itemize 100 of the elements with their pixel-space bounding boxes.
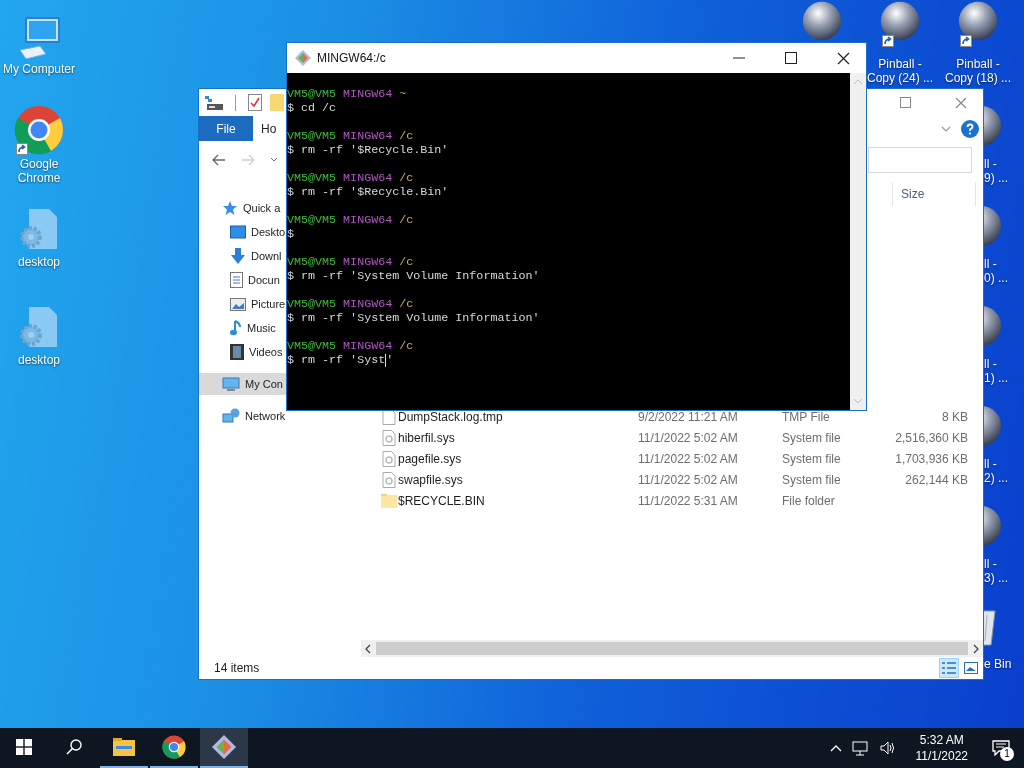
chevron-down-icon[interactable] xyxy=(270,157,278,162)
icon-label: Google xyxy=(19,157,59,171)
picture-icon xyxy=(230,297,246,311)
git-icon xyxy=(295,50,311,66)
type-cell-text: TMP File xyxy=(782,409,831,424)
nav-item[interactable]: Videos xyxy=(199,341,286,363)
pinball-icon[interactable] xyxy=(983,405,1002,447)
prompt-shell: MINGW64 xyxy=(343,297,393,311)
size-cell-text: 1,703,936 KB xyxy=(894,451,968,466)
scroll-right-icon[interactable] xyxy=(972,643,980,654)
icon-label: desktop xyxy=(18,353,60,367)
details-view-icon xyxy=(942,662,956,674)
item-count: 14 items xyxy=(214,661,260,675)
properties-icon[interactable] xyxy=(205,95,223,110)
file-name[interactable]: swapfile.sys xyxy=(398,472,638,487)
chevron-down-icon[interactable] xyxy=(941,125,951,132)
icon-label: 3) ... xyxy=(984,571,1009,585)
pinball-icon[interactable] xyxy=(983,505,1002,547)
prompt-shell: MINGW64 xyxy=(343,171,393,185)
prompt-shell: MINGW64 xyxy=(343,129,393,143)
nav-item[interactable]: My Con xyxy=(199,373,286,395)
system-file-icon xyxy=(381,429,397,446)
back-arrow-icon[interactable] xyxy=(212,153,226,166)
nav-item[interactable]: Downl xyxy=(199,245,286,267)
help-icon[interactable] xyxy=(961,119,979,138)
file-name[interactable]: pagefile.sys xyxy=(398,451,638,466)
icon-label: Chrome xyxy=(17,171,61,185)
command-text: ' xyxy=(386,353,394,367)
ribbon-tab[interactable]: File xyxy=(199,116,253,141)
network-icon[interactable] xyxy=(851,740,870,756)
chrome-icon xyxy=(162,735,186,759)
prompt-path: /c xyxy=(399,129,414,143)
pinball-icon[interactable] xyxy=(983,205,1002,247)
scroll-left-icon[interactable] xyxy=(364,643,372,654)
nav-item[interactable]: Docun xyxy=(199,269,286,291)
icon-label: e Bin xyxy=(984,657,1012,671)
nav-item[interactable]: Network xyxy=(199,405,286,427)
computer-icon[interactable] xyxy=(16,16,62,60)
icon-label: Copy (24) ... xyxy=(867,71,933,85)
file-name[interactable]: DumpStack.log.tmp xyxy=(398,409,638,424)
search-icon xyxy=(66,739,82,755)
type-cell-text: System file xyxy=(782,472,842,487)
search-field[interactable] xyxy=(868,146,972,173)
desktop-icon xyxy=(230,225,246,239)
icon-label: Pinball - xyxy=(878,57,922,71)
nav-item[interactable]: Deskto xyxy=(199,221,286,243)
taskbar-button[interactable] xyxy=(200,728,248,768)
date-cell-text: 9/2/2022 11:21 AM xyxy=(638,409,739,424)
chrome-icon[interactable] xyxy=(14,105,64,155)
command-text: $ rm -rf '$Recycle.Bin' xyxy=(287,143,449,157)
windows-logo-icon xyxy=(16,739,32,755)
maximize-icon[interactable] xyxy=(785,52,797,64)
file-name[interactable]: hiberfil.sys xyxy=(398,430,638,445)
pinball-icon[interactable] xyxy=(983,305,1002,347)
view-button[interactable] xyxy=(939,658,959,678)
command-text: $ rm -rf 'System Volume Information' xyxy=(287,269,540,283)
speaker-icon[interactable] xyxy=(879,741,896,755)
close-icon[interactable] xyxy=(837,51,850,65)
pinball-icon[interactable] xyxy=(880,1,920,41)
notifications-button[interactable]: 1 xyxy=(978,728,1024,768)
computer-icon xyxy=(222,376,240,392)
type-cell-text: System file xyxy=(782,430,842,445)
command-text: $ cd /c xyxy=(287,101,337,115)
folder-icon xyxy=(381,493,397,508)
download-arrow-icon xyxy=(230,248,246,264)
date-cell-text: 11/1/2022 5:02 AM xyxy=(638,430,739,445)
clock-date: 11/1/2022 xyxy=(915,748,968,764)
star-icon xyxy=(222,200,238,216)
pinball-icon[interactable] xyxy=(802,1,842,41)
nav-item[interactable]: Music xyxy=(199,317,286,339)
icon-label: ll - xyxy=(984,257,998,271)
chat-bubble-icon xyxy=(992,740,1010,756)
clock[interactable]: 5:32 AM 11/1/2022 xyxy=(905,728,978,768)
command-text: $ rm -rf 'Syst xyxy=(287,353,386,367)
nav-item[interactable]: Quick a xyxy=(199,197,286,219)
prompt-path: /c xyxy=(399,339,414,353)
icon-label: My Computer xyxy=(3,62,75,76)
film-icon xyxy=(230,344,244,360)
prompt-user: VM5@VM5 xyxy=(287,213,337,227)
pinball-icon[interactable] xyxy=(958,1,998,41)
prompt-user: VM5@VM5 xyxy=(287,255,337,269)
horizontal-scrollbar[interactable] xyxy=(361,640,983,657)
prompt-user: VM5@VM5 xyxy=(287,297,337,311)
prompt-user: VM5@VM5 xyxy=(287,87,337,101)
type-cell-text: File folder xyxy=(782,493,836,508)
notification-badge: 1 xyxy=(1000,747,1014,761)
prompt-path: /c xyxy=(399,171,414,185)
file-name[interactable]: $RECYCLE.BIN xyxy=(398,493,638,508)
column-header[interactable]: Size xyxy=(892,182,976,206)
nav-item[interactable]: Picture xyxy=(199,293,286,315)
prompt-user: VM5@VM5 xyxy=(287,171,337,185)
document-icon xyxy=(230,272,243,288)
icon-label: 2) ... xyxy=(984,471,1009,485)
icon-label: 9) ... xyxy=(984,171,1009,185)
pinball-icon[interactable] xyxy=(983,105,1002,147)
command-text: $ xyxy=(287,227,294,241)
music-note-icon xyxy=(230,320,242,336)
date-cell-text: 11/1/2022 5:02 AM xyxy=(638,451,739,466)
checklist-icon[interactable] xyxy=(248,94,262,111)
chevron-up-icon[interactable] xyxy=(829,744,842,752)
